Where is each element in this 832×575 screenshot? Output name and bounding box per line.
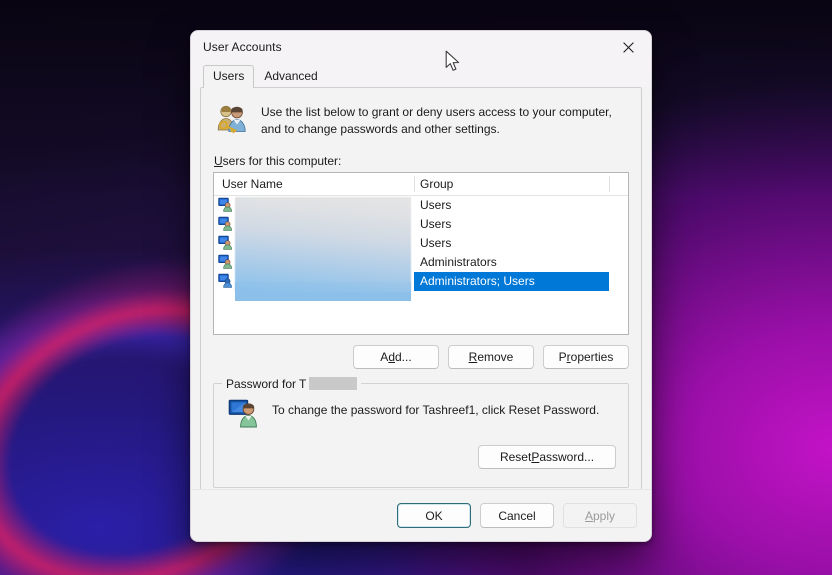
users-list-label-accel: U: [214, 154, 223, 168]
table-row[interactable]: Users: [214, 215, 628, 234]
apply-button-accel: A: [584, 508, 593, 523]
listview-rows: Users Users Users Administrators Adminis…: [214, 196, 628, 291]
user-account-icon: [218, 273, 233, 291]
row-user-name: [214, 234, 414, 253]
info-row: Use the list below to grant or deny user…: [213, 98, 629, 148]
password-description: To change the password for Tashreef1, cl…: [272, 403, 600, 417]
remove-button-post: emove: [477, 350, 514, 364]
properties-button[interactable]: Pr operties: [543, 345, 629, 369]
tab-users-label: Users: [213, 69, 245, 83]
dialog-footer: OK Cancel Apply: [191, 489, 651, 541]
tabstrip: Users Advanced: [191, 63, 651, 88]
column-divider-2[interactable]: [609, 176, 610, 192]
row-group-text: Users: [420, 217, 452, 231]
desktop: User Accounts Users Advanced Use the lis…: [0, 0, 832, 575]
user-accounts-dialog: User Accounts Users Advanced Use the lis…: [190, 30, 652, 542]
cancel-button[interactable]: Cancel: [480, 503, 554, 528]
users-list-label: Users for this computer:: [214, 154, 629, 168]
apply-button[interactable]: Apply: [563, 503, 637, 528]
password-groupbox: Password for T To change the password fo…: [213, 376, 629, 488]
row-user-name: [214, 215, 414, 234]
user-account-icon: [218, 254, 233, 272]
column-header-user-name[interactable]: User Name: [214, 177, 414, 191]
column-header-group[interactable]: Group: [414, 177, 609, 191]
info-text: Use the list below to grant or deny user…: [261, 103, 612, 138]
table-row[interactable]: Administrators; Users: [214, 272, 628, 291]
ok-button-label: OK: [425, 508, 443, 523]
tab-advanced-label: Advanced: [264, 69, 318, 83]
table-row[interactable]: Administrators: [214, 253, 628, 272]
user-monitor-icon: [228, 398, 260, 431]
add-button-pre: A: [380, 350, 389, 364]
users-key-icon: [215, 103, 249, 138]
tab-advanced[interactable]: Advanced: [254, 65, 327, 88]
properties-button-pre: P: [558, 350, 567, 364]
close-icon[interactable]: [606, 31, 651, 63]
row-user-name: [214, 272, 414, 291]
password-legend-redaction: [309, 377, 358, 390]
users-listview[interactable]: User Name Group Users Users Users Admini…: [213, 172, 629, 335]
ok-button[interactable]: OK: [397, 503, 471, 528]
password-legend-prefix: Password for: [226, 376, 297, 391]
row-user-name: [214, 196, 414, 215]
reset-password-accel: P: [531, 450, 540, 464]
password-groupbox-legend: Password for T: [222, 376, 362, 391]
tab-users[interactable]: Users: [203, 65, 255, 88]
row-group-text: Administrators: [420, 255, 497, 269]
password-button-row: Reset Password...: [226, 445, 616, 469]
user-account-icon: [218, 216, 233, 234]
remove-button-accel: R: [468, 350, 478, 364]
password-legend-visible-char: T: [299, 376, 307, 391]
add-button[interactable]: Ad d...: [353, 345, 439, 369]
user-account-icon: [218, 235, 233, 253]
titlebar[interactable]: User Accounts: [191, 31, 651, 63]
listview-header: User Name Group: [214, 173, 628, 196]
properties-button-post: operties: [570, 350, 614, 364]
reset-password-button[interactable]: Reset Password...: [478, 445, 616, 469]
password-info-row: To change the password for Tashreef1, cl…: [226, 398, 616, 431]
users-list-label-rest: sers for this computer:: [222, 154, 342, 168]
table-row[interactable]: Users: [214, 196, 628, 215]
row-user-name: [214, 253, 414, 272]
column-divider-1[interactable]: [414, 176, 415, 192]
reset-password-post: assword...: [539, 450, 595, 464]
list-action-buttons: Ad d... Remove Pr operties: [213, 345, 629, 369]
reset-password-pre: Reset: [499, 450, 532, 464]
cancel-button-label: Cancel: [498, 508, 536, 523]
tab-page-users: Use the list below to grant or deny user…: [200, 87, 642, 499]
add-button-post: d...: [395, 350, 412, 364]
table-row[interactable]: Users: [214, 234, 628, 253]
row-group-text: Administrators; Users: [414, 272, 609, 291]
apply-button-post: pply: [593, 508, 616, 523]
row-group-text: Users: [420, 198, 452, 212]
window-title: User Accounts: [203, 40, 282, 54]
info-line-2: and to change passwords and other settin…: [261, 122, 500, 136]
add-button-accel: d: [388, 350, 395, 364]
info-line-1: Use the list below to grant or deny user…: [261, 105, 612, 119]
row-group-text: Users: [420, 236, 452, 250]
user-account-icon: [218, 197, 233, 215]
remove-button[interactable]: Remove: [448, 345, 534, 369]
